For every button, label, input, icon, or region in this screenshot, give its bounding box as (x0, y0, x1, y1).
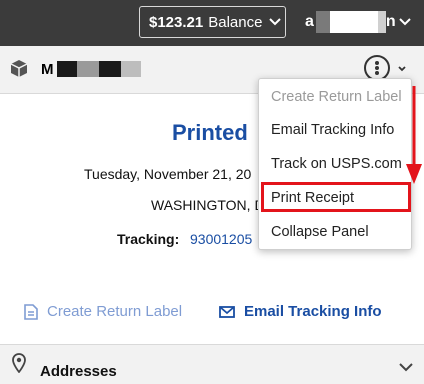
addresses-label: Addresses (40, 363, 117, 380)
ship-location: WASHINGTON, D (151, 197, 265, 213)
tracking-number-link[interactable]: 93001205 (190, 231, 252, 247)
redacted-block (76, 61, 99, 77)
user-trailing: n (385, 13, 396, 30)
addresses-row[interactable]: Addresses (0, 345, 424, 384)
redacted-block (120, 61, 141, 77)
redacted-block (377, 11, 386, 33)
redacted-block (315, 11, 330, 33)
balance-label: Balance (208, 13, 263, 31)
envelope-icon (219, 305, 235, 318)
status-title: Printed (172, 120, 248, 145)
create-return-label-text: Create Return Label (47, 303, 183, 320)
menu-item-track-on-usps[interactable]: Track on USPS.com (271, 156, 402, 172)
email-tracking-info-text: Email Tracking Info (244, 303, 382, 320)
print-receipt-highlight-box (261, 182, 411, 212)
redacted-block (98, 61, 121, 77)
email-tracking-info-link[interactable]: Email Tracking Info (219, 303, 382, 320)
box-icon (10, 60, 28, 77)
chevron-down-icon (269, 18, 282, 26)
tracking-label: Tracking: (117, 231, 180, 247)
top-bar: $123.21 Balance a n (0, 0, 424, 46)
user-initial: a (305, 13, 314, 30)
actions-dropdown-menu: Create Return Label Email Tracking Info … (258, 78, 412, 250)
shipment-initial: M (41, 60, 54, 78)
user-menu[interactable]: a n (305, 11, 412, 33)
chevron-down-icon[interactable] (398, 362, 414, 372)
create-return-label-link[interactable]: Create Return Label (24, 303, 182, 320)
map-pin-icon (12, 353, 26, 373)
balance-amount: $123.21 (149, 13, 204, 31)
menu-item-email-tracking-info[interactable]: Email Tracking Info (271, 122, 394, 138)
chevron-down-icon[interactable] (397, 64, 407, 74)
chevron-down-icon (398, 18, 411, 26)
menu-item-collapse-panel[interactable]: Collapse Panel (271, 224, 369, 240)
shipment-name: M (41, 60, 141, 78)
annotation-arrow-icon (406, 86, 422, 184)
redacted-block (329, 11, 378, 33)
document-icon (24, 303, 38, 320)
ship-date: Tuesday, November 21, 20 (84, 166, 252, 182)
menu-item-create-return-label: Create Return Label (271, 89, 402, 105)
balance-button[interactable]: $123.21 Balance (139, 6, 286, 38)
redacted-block (56, 61, 77, 77)
